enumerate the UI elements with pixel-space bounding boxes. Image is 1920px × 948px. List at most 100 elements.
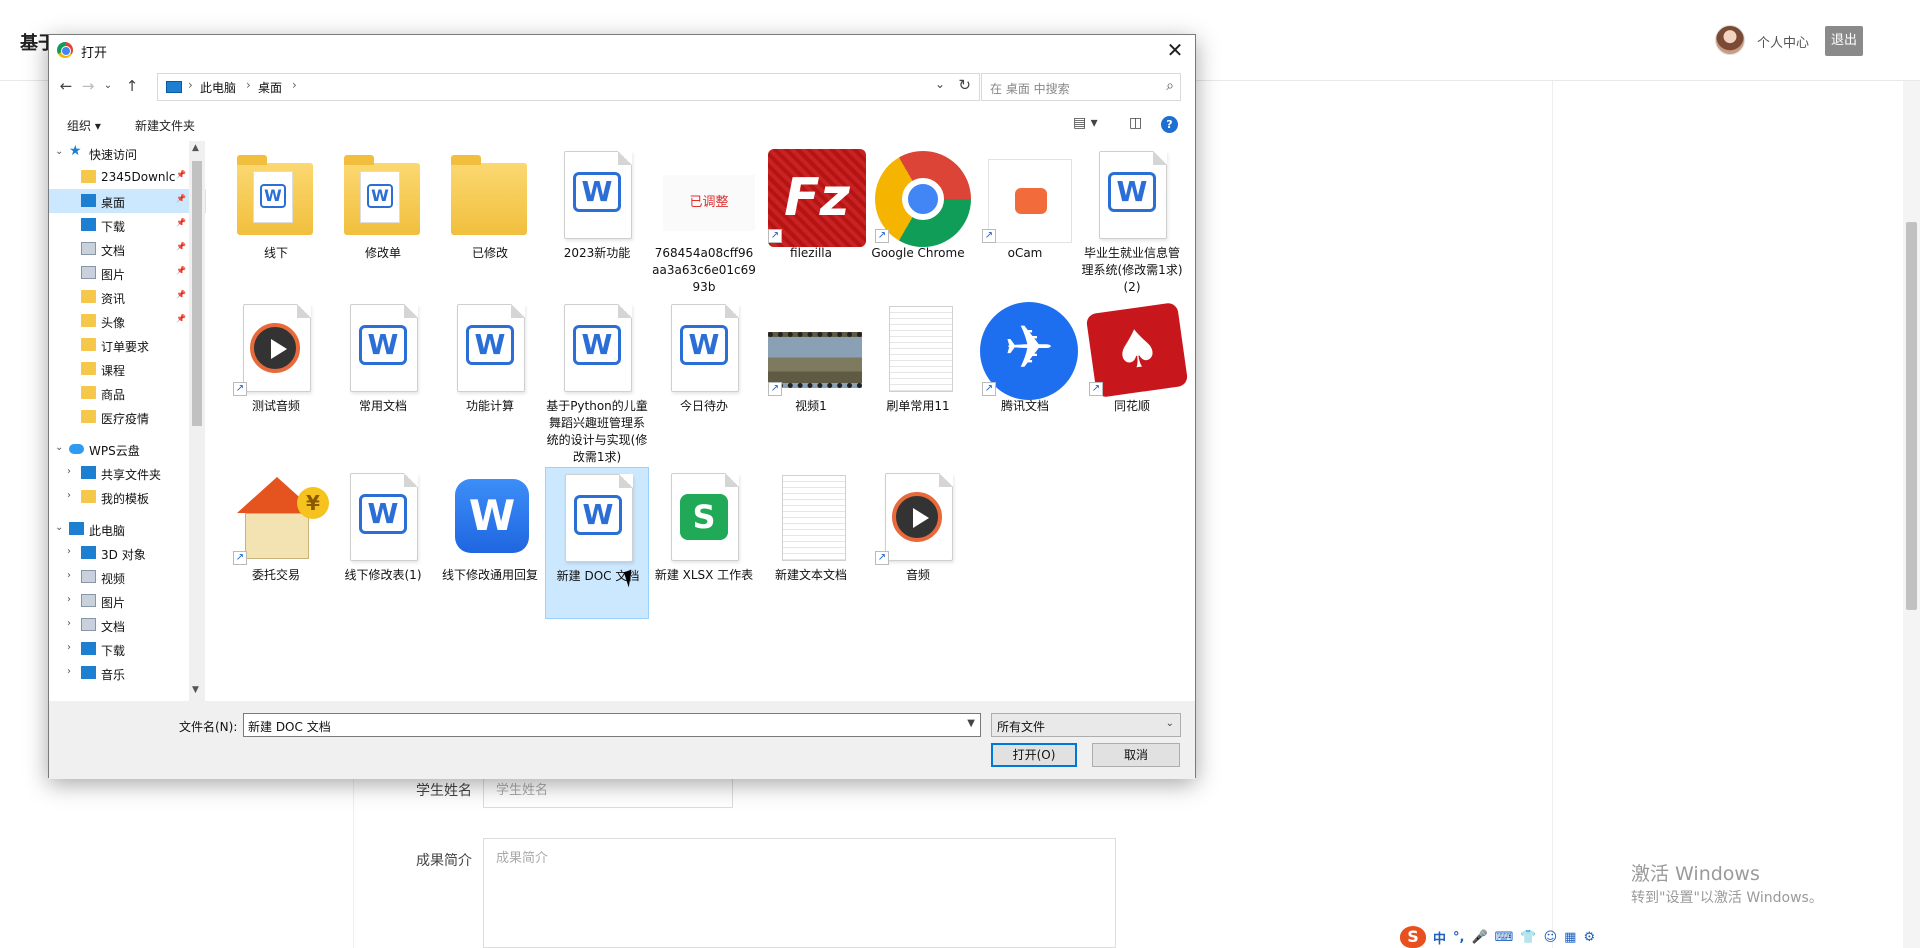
expand-chevron-icon[interactable]: ›	[67, 466, 71, 477]
scroll-up-icon[interactable]: ▲	[192, 143, 199, 153]
ime-item-6-icon[interactable]: ▦	[1564, 930, 1576, 945]
nav-item-9[interactable]: 课程	[49, 357, 206, 381]
navigation-pane[interactable]: ⌄ ★ 快速访问 2345Downlc 📌 桌面 📌 下载 📌 文档 📌 图片 📌 资讯 📌 头像 📌 订单要求课…	[49, 141, 206, 701]
organize-menu[interactable]: 组织 ▾	[67, 117, 101, 134]
file-item[interactable]: W 线下	[224, 145, 328, 297]
file-item[interactable]: W 功能计算	[438, 298, 542, 450]
file-item[interactable]: 刷单常用11	[866, 298, 970, 450]
file-item[interactable]: W 毕业生就业信息管理系统(修改需1求) (2)	[1080, 145, 1184, 297]
file-item[interactable]: S 新建 XLSX 工作表	[652, 467, 756, 619]
address-bar[interactable]: › 此电脑 › 桌面 › ⌄ ↻	[157, 73, 980, 101]
breadcrumb-desktop[interactable]: 桌面	[258, 79, 282, 96]
expand-chevron-icon[interactable]: ›	[67, 618, 71, 629]
filename-dropdown-icon[interactable]: ▼	[967, 718, 975, 729]
search-input[interactable]: 在 桌面 中搜索 ⌕	[981, 73, 1181, 101]
file-item[interactable]: W 2023新功能	[545, 145, 649, 297]
page-scrollbar-thumb[interactable]	[1906, 222, 1917, 610]
expand-chevron-icon[interactable]: ›	[67, 570, 71, 581]
nav-item-21[interactable]: › 音乐	[49, 661, 206, 685]
logout-button[interactable]: 退出	[1825, 26, 1863, 56]
file-item[interactable]: 已修改	[438, 145, 542, 297]
open-button[interactable]: 打开(O)	[991, 743, 1077, 767]
nav-item-12[interactable]: ⌄ WPS云盘	[49, 437, 206, 461]
nav-item-8[interactable]: 订单要求	[49, 333, 206, 357]
search-icon[interactable]: ⌕	[1166, 78, 1174, 94]
nav-item-16[interactable]: › 3D 对象	[49, 541, 206, 565]
refresh-icon[interactable]: ↻	[958, 76, 971, 94]
file-item[interactable]: Fz ↗ filezilla	[759, 145, 866, 297]
file-item[interactable]: W 基于Python的儿童舞蹈兴趣班管理系统的设计与实现(修改需1求)	[545, 298, 649, 464]
cancel-button[interactable]: 取消	[1092, 743, 1180, 767]
scroll-down-icon[interactable]: ▼	[192, 685, 199, 695]
nav-item-18[interactable]: › 图片	[49, 589, 206, 613]
filetype-select[interactable]: 所有文件 ⌄	[991, 713, 1181, 737]
ime-item-0-icon[interactable]: 中	[1433, 928, 1446, 947]
expand-chevron-icon[interactable]: ›	[67, 546, 71, 557]
breadcrumb-chevron-icon[interactable]: ›	[188, 78, 193, 92]
nav-item-10[interactable]: 商品	[49, 381, 206, 405]
file-item[interactable]: W 线下修改表(1)	[331, 467, 435, 619]
expand-chevron-icon[interactable]: ›	[67, 490, 71, 501]
breadcrumb-chevron-icon[interactable]: ›	[292, 78, 297, 92]
ime-item-4-icon[interactable]: 👕	[1520, 930, 1536, 945]
file-item[interactable]: W 线下修改通用回复	[438, 467, 542, 619]
expand-chevron-icon[interactable]: ›	[67, 642, 71, 653]
nav-item-19[interactable]: › 文档	[49, 613, 206, 637]
nav-item-1[interactable]: 2345Downlc 📌	[49, 165, 206, 189]
expand-chevron-icon[interactable]: ⌄	[55, 522, 63, 533]
view-options-icon[interactable]: ▤ ▾	[1073, 115, 1098, 131]
back-arrow-icon[interactable]: ←	[55, 77, 77, 95]
ime-item-3-icon[interactable]: ⌨	[1495, 930, 1514, 945]
up-arrow-icon[interactable]: ↑	[121, 77, 143, 95]
expand-chevron-icon[interactable]: ›	[67, 594, 71, 605]
avatar[interactable]	[1715, 25, 1745, 55]
nav-item-20[interactable]: › 下载	[49, 637, 206, 661]
file-item[interactable]: ✈ ↗ 腾讯文档	[973, 298, 1078, 450]
close-icon[interactable]: ✕	[1161, 36, 1189, 64]
file-item[interactable]: ↗ Google Chrome	[866, 145, 971, 297]
forward-arrow-icon[interactable]: →	[77, 77, 99, 95]
file-item[interactable]: W 修改单	[331, 145, 435, 297]
ime-item-5-icon[interactable]: ☺	[1544, 930, 1558, 945]
nav-item-14[interactable]: › 我的模板	[49, 485, 206, 509]
filetype-dropdown-icon[interactable]: ⌄	[1166, 718, 1174, 729]
user-center-link[interactable]: 个人中心	[1757, 32, 1809, 51]
preview-pane-icon[interactable]: ◫	[1129, 115, 1142, 131]
breadcrumb-chevron-icon[interactable]: ›	[246, 78, 251, 92]
file-item[interactable]: ↗ 音频	[866, 467, 970, 619]
nav-item-6[interactable]: 资讯 📌	[49, 285, 206, 309]
new-folder-button[interactable]: 新建文件夹	[135, 117, 195, 134]
file-item[interactable]: 已调整 768454a08cff96aa3a63c6e01c6993b	[652, 145, 756, 297]
file-item[interactable]: W 新建 DOC 文档	[545, 467, 649, 619]
expand-chevron-icon[interactable]: ⌄	[55, 146, 63, 157]
file-list[interactable]: W 线下 W 修改单 已修改 W 2023新功能 已调整 768454a08cff96aa3a6…	[207, 141, 1195, 701]
recent-locations-chevron-icon[interactable]: ⌄	[97, 80, 119, 91]
address-dropdown-icon[interactable]: ⌄	[935, 77, 945, 91]
file-item[interactable]: ↗ oCam	[973, 145, 1077, 297]
nav-item-3[interactable]: 下载 📌	[49, 213, 206, 237]
ime-toolbar[interactable]: S 中 °, 🎤 ⌨ 👕 ☺ ▦ ⚙	[1396, 926, 1599, 948]
ime-item-1-icon[interactable]: °,	[1453, 930, 1464, 945]
nav-pane-scrollbar-thumb[interactable]	[192, 161, 202, 426]
ime-item-2-icon[interactable]: 🎤	[1471, 930, 1487, 945]
filename-input[interactable]: 新建 DOC 文档 ▼	[243, 713, 981, 737]
file-item[interactable]: ♠ ↗ 同花顺	[1080, 298, 1189, 450]
nav-item-11[interactable]: 医疗疫情	[49, 405, 206, 429]
file-item[interactable]: 新建文本文档	[759, 467, 863, 619]
summary-textarea[interactable]: 成果简介	[483, 838, 1116, 948]
dialog-titlebar[interactable]: 打开 ✕	[49, 35, 1195, 66]
ime-item-7-icon[interactable]: ⚙	[1583, 930, 1595, 945]
help-icon[interactable]: ?	[1161, 116, 1178, 133]
file-item[interactable]: ↗ 视频1	[759, 298, 863, 450]
expand-chevron-icon[interactable]: ›	[67, 666, 71, 677]
breadcrumb-this-pc[interactable]: 此电脑	[200, 79, 236, 96]
sogou-ime-logo-icon[interactable]: S	[1400, 926, 1426, 948]
expand-chevron-icon[interactable]: ⌄	[55, 442, 63, 453]
file-item[interactable]: W 今日待办	[652, 298, 756, 450]
nav-item-15[interactable]: ⌄ 此电脑	[49, 517, 206, 541]
nav-item-0[interactable]: ⌄ ★ 快速访问	[49, 141, 206, 165]
nav-item-5[interactable]: 图片 📌	[49, 261, 206, 285]
nav-item-17[interactable]: › 视频	[49, 565, 206, 589]
nav-item-4[interactable]: 文档 📌	[49, 237, 206, 261]
nav-item-7[interactable]: 头像 📌	[49, 309, 206, 333]
